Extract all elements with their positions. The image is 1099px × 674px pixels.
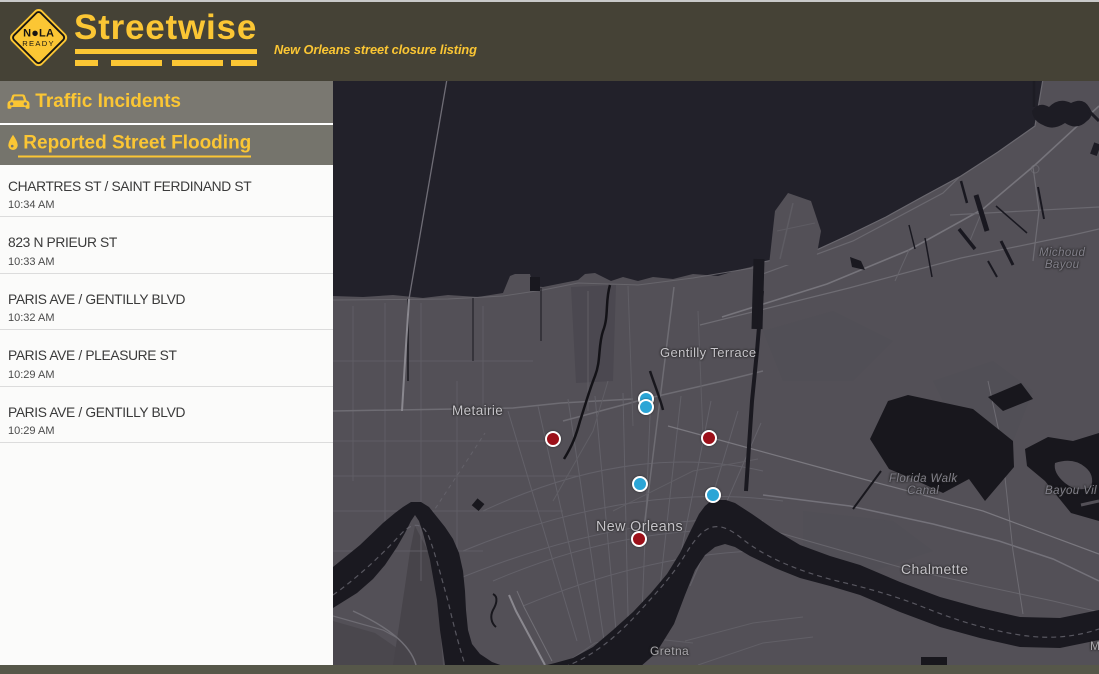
svg-text:N●LA: N●LA (23, 26, 54, 40)
svg-text:READY: READY (22, 39, 55, 48)
